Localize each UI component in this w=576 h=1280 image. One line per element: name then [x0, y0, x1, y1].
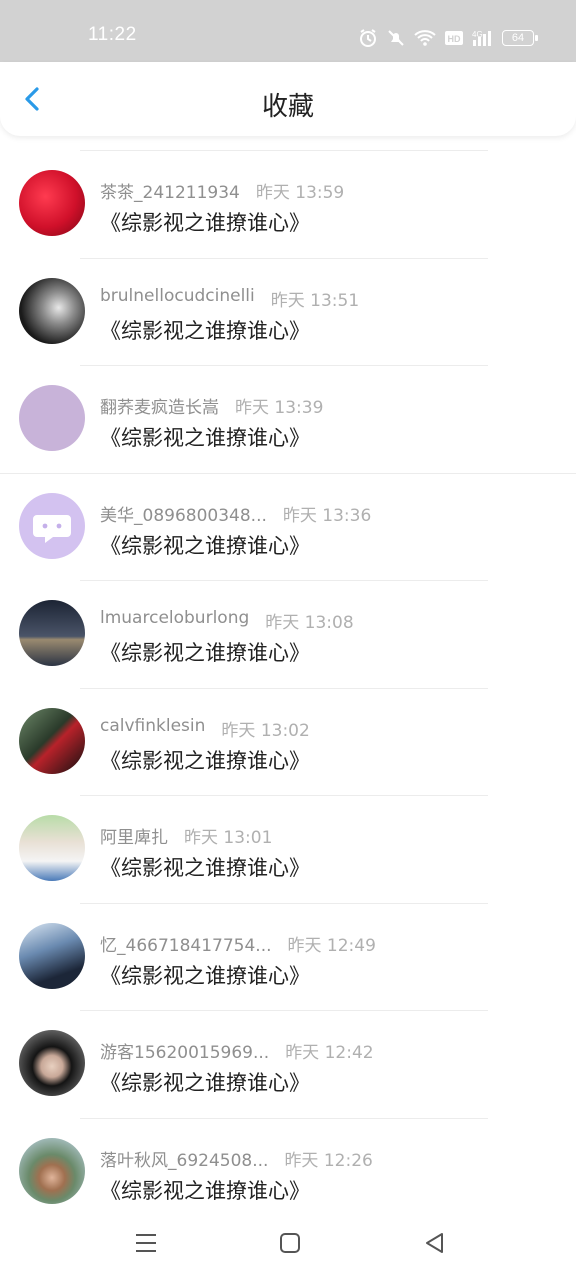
page-title: 收藏: [261, 92, 314, 122]
divider: [80, 580, 488, 581]
divider: [80, 902, 488, 904]
status-icons: HD 4G 64: [358, 26, 538, 50]
username[interactable]: 落叶秋风_6924508...: [100, 1146, 268, 1171]
list-item[interactable]: 茶茶_241211934 昨天 13:59 《综影视之谁撩谁心》: [0, 150, 576, 258]
item-title[interactable]: 《综影视之谁撩谁心》: [100, 637, 310, 667]
divider: [80, 795, 488, 796]
divider: [80, 687, 488, 689]
avatar[interactable]: [19, 492, 85, 559]
divider: [80, 1010, 488, 1011]
avatar[interactable]: [19, 600, 85, 666]
alarm-icon: [360, 29, 376, 47]
avatar[interactable]: [19, 1030, 85, 1096]
item-title[interactable]: 《综影视之谁撩谁心》: [100, 530, 310, 560]
status-bar: 11:22 HD 4G 64: [0, 0, 576, 62]
favorites-list: 茶茶_241211934 昨天 13:59 《综影视之谁撩谁心》 brulnell…: [0, 150, 576, 1225]
list-item[interactable]: 落叶秋风_6924508... 昨天 12:26 《综影视之谁撩谁心》: [0, 1117, 576, 1226]
timestamp: 昨天 13:36: [282, 505, 372, 526]
username[interactable]: lmuarceloburlong: [100, 608, 249, 633]
list-item[interactable]: calvfinklesin 昨天 13:02 《综影视之谁撩谁心》: [0, 687, 576, 796]
avatar[interactable]: [19, 170, 85, 236]
username[interactable]: 忆_466718417754...: [100, 931, 272, 956]
item-title[interactable]: 《综影视之谁撩谁心》: [100, 1067, 310, 1097]
username[interactable]: 游客15620015969...: [100, 1038, 269, 1063]
item-title[interactable]: 《综影视之谁撩谁心》: [100, 852, 310, 882]
header: 收藏: [0, 62, 576, 136]
item-title[interactable]: 《综影视之谁撩谁心》: [100, 960, 310, 990]
timestamp: 昨天 13:01: [184, 828, 273, 848]
divider: [80, 257, 488, 259]
menu-icon: [136, 1234, 156, 1252]
username[interactable]: 阿里庳扎: [100, 823, 168, 848]
divider: [80, 150, 488, 151]
avatar[interactable]: [19, 1137, 85, 1204]
list-item[interactable]: 美华_0896800348... 昨天 13:36 《综影视之谁撩谁心》: [0, 472, 576, 581]
divider: [0, 472, 576, 474]
timestamp: 昨天 13:08: [265, 613, 354, 633]
item-title[interactable]: 《综影视之谁撩谁心》: [100, 207, 310, 237]
timestamp: 昨天 13:39: [235, 398, 324, 418]
avatar[interactable]: [19, 277, 85, 344]
list-item[interactable]: brulnellocudcinelli 昨天 13:51 《综影视之谁撩谁心》: [0, 257, 576, 366]
divider: [80, 1117, 488, 1119]
list-item[interactable]: 忆_466718417754... 昨天 12:49 《综影视之谁撩谁心》: [0, 902, 576, 1011]
avatar[interactable]: [19, 815, 85, 881]
timestamp: 昨天 13:59: [255, 183, 345, 203]
avatar[interactable]: [19, 922, 85, 989]
timestamp: 昨天 13:02: [221, 720, 310, 741]
item-title[interactable]: 《综影视之谁撩谁心》: [100, 745, 310, 775]
back-nav-button[interactable]: [420, 1228, 450, 1258]
signal-4g-icon: 4G: [472, 30, 491, 46]
list-item[interactable]: 游客15620015969... 昨天 12:42 《综影视之谁撩谁心》: [0, 1010, 576, 1118]
avatar[interactable]: [19, 707, 85, 774]
svg-text:4G: 4G: [472, 30, 483, 39]
system-nav-bar: [0, 1210, 576, 1280]
hd-icon: HD: [445, 31, 463, 45]
item-title[interactable]: 《综影视之谁撩谁心》: [100, 422, 310, 452]
home-square-icon: [280, 1233, 300, 1253]
svg-text:HD: HD: [448, 34, 461, 44]
item-title[interactable]: 《综影视之谁撩谁心》: [100, 315, 310, 345]
mute-bell-icon: [388, 30, 404, 46]
username[interactable]: brulnellocudcinelli: [100, 286, 255, 311]
username[interactable]: 美华_0896800348...: [100, 501, 267, 526]
timestamp: 昨天 12:42: [285, 1043, 374, 1063]
username[interactable]: 翻荞麦疯造长嵩: [100, 393, 219, 418]
home-button[interactable]: [275, 1228, 305, 1258]
menu-button[interactable]: [131, 1228, 161, 1258]
username[interactable]: calvfinklesin: [100, 716, 205, 741]
list-item[interactable]: 阿里庳扎 昨天 13:01 《综影视之谁撩谁心》: [0, 795, 576, 903]
timestamp: 昨天 12:49: [287, 935, 376, 956]
list-item[interactable]: lmuarceloburlong 昨天 13:08 《综影视之谁撩谁心》: [0, 580, 576, 688]
username[interactable]: 茶茶_241211934: [100, 178, 240, 203]
battery-indicator: 64: [502, 30, 538, 46]
list-item[interactable]: 翻荞麦疯造长嵩 昨天 13:39 《综影视之谁撩谁心》: [0, 365, 576, 473]
timestamp: 昨天 12:26: [284, 1150, 373, 1171]
chat-bubble-icon: [33, 514, 71, 543]
avatar[interactable]: [19, 385, 85, 451]
wifi-icon: [414, 30, 436, 46]
item-title[interactable]: 《综影视之谁撩谁心》: [100, 1175, 310, 1205]
timestamp: 昨天 13:51: [270, 290, 360, 311]
divider: [80, 365, 488, 366]
back-triangle-icon: [426, 1233, 443, 1253]
status-time: 11:22: [88, 24, 137, 45]
